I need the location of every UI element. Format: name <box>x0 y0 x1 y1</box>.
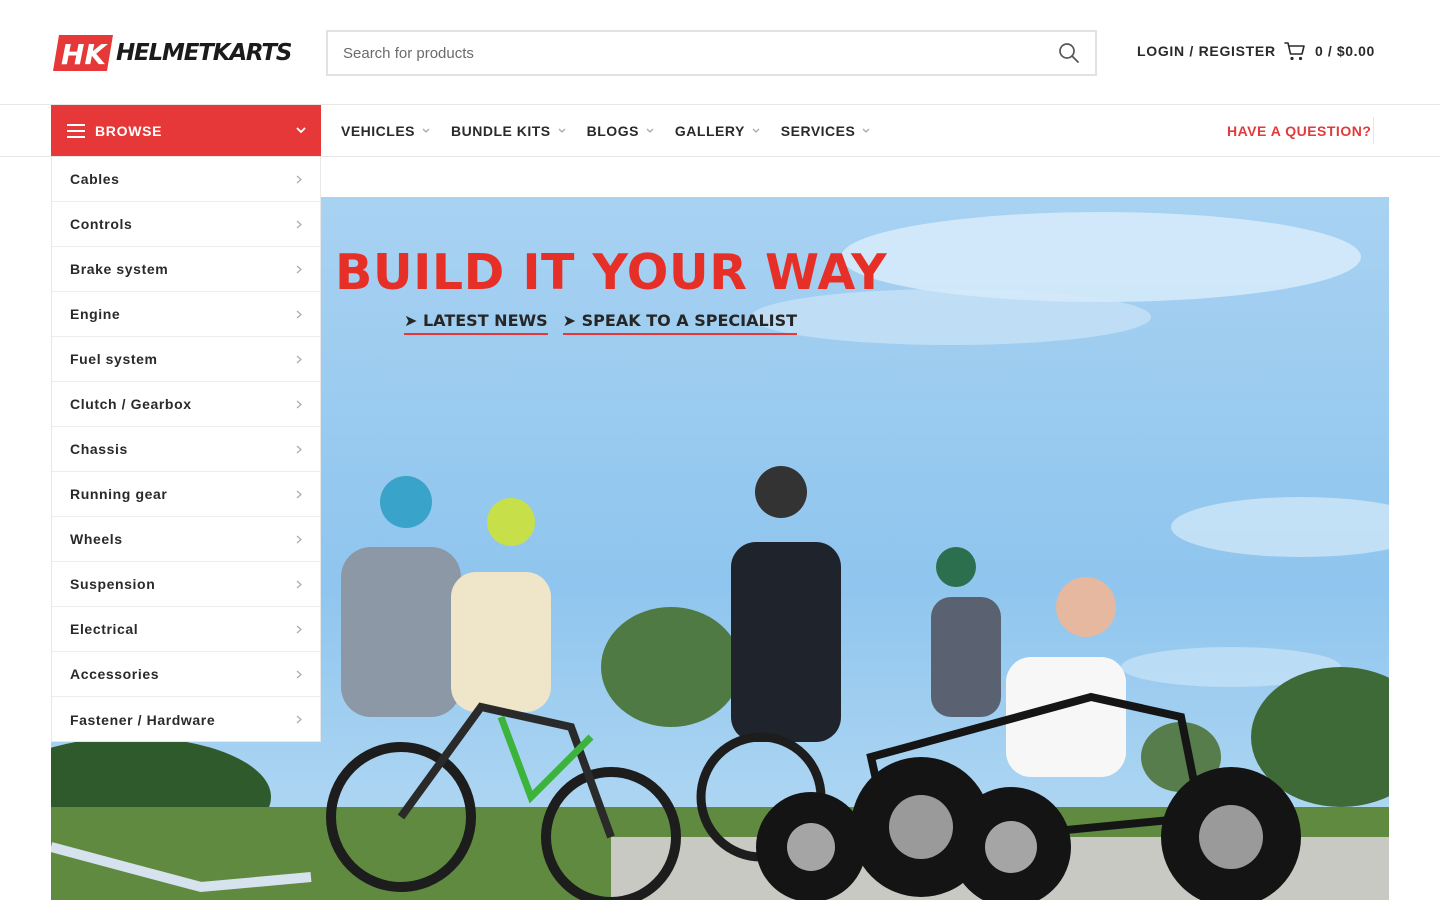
browse-label: BROWSE <box>95 122 163 139</box>
speak-to-specialist-link[interactable]: ➤ SPEAK TO A SPECIALIST <box>562 311 798 335</box>
have-a-question-link[interactable]: HAVE A QUESTION? <box>1227 123 1371 139</box>
category-item-brake-system[interactable]: Brake system <box>52 247 320 292</box>
chevron-right-icon <box>296 670 302 678</box>
nav-item-label: BUNDLE KITS <box>451 122 551 139</box>
browse-categories-button[interactable]: BROWSE <box>51 105 321 156</box>
chevron-down-icon <box>752 128 760 133</box>
category-item-engine[interactable]: Engine <box>52 292 320 337</box>
hero-links: ➤ LATEST NEWS ➤ SPEAK TO A SPECIALIST <box>404 311 812 335</box>
category-item-wheels[interactable]: Wheels <box>52 517 320 562</box>
search-button[interactable] <box>1043 32 1095 74</box>
category-label: Cables <box>70 171 120 187</box>
nav-item-label: VEHICLES <box>341 122 416 139</box>
cart-button[interactable]: 0 / $0.00 <box>1284 40 1375 62</box>
search-icon <box>1059 43 1079 63</box>
logo-text: HELMETKARTS <box>116 40 292 66</box>
hero-link-label: LATEST NEWS <box>422 311 548 330</box>
nav-item-blogs[interactable]: BLOGS <box>587 123 654 139</box>
category-item-suspension[interactable]: Suspension <box>52 562 320 607</box>
chevron-right-icon <box>296 175 302 183</box>
site-logo[interactable]: HK HELMETKARTS <box>53 32 293 74</box>
arrow-right-icon: ➤ <box>562 311 577 330</box>
category-label: Engine <box>70 306 121 322</box>
category-item-cables[interactable]: Cables <box>52 157 320 202</box>
chevron-right-icon <box>296 310 302 318</box>
chevron-down-icon <box>558 128 566 133</box>
latest-news-link[interactable]: ➤ LATEST NEWS <box>404 311 548 335</box>
chevron-right-icon <box>296 490 302 498</box>
search-bar <box>326 30 1097 76</box>
chevron-right-icon <box>296 265 302 273</box>
cart-summary: 0 / $0.00 <box>1315 43 1375 59</box>
category-label: Fastener / Hardware <box>70 711 216 728</box>
category-item-running-gear[interactable]: Running gear <box>52 472 320 517</box>
chevron-right-icon <box>296 535 302 543</box>
category-label: Accessories <box>70 666 160 682</box>
chevron-right-icon <box>296 220 302 228</box>
category-label: Running gear <box>70 486 168 502</box>
category-item-clutch-gearbox[interactable]: Clutch / Gearbox <box>52 382 320 427</box>
arrow-right-icon: ➤ <box>404 311 418 330</box>
nav-menu: VEHICLES BUNDLE KITS BLOGS GALLERY SERVI… <box>341 105 891 156</box>
category-label: Suspension <box>70 576 156 592</box>
nav-item-services[interactable]: SERVICES <box>781 123 871 139</box>
chevron-right-icon <box>296 625 302 633</box>
hero-link-label: SPEAK TO A SPECIALIST <box>581 311 798 330</box>
cart-icon <box>1284 42 1305 61</box>
category-item-chassis[interactable]: Chassis <box>52 427 320 472</box>
chevron-right-icon <box>296 445 302 453</box>
nav-item-label: BLOGS <box>586 122 639 139</box>
category-item-controls[interactable]: Controls <box>52 202 320 247</box>
category-label: Chassis <box>70 441 128 457</box>
chevron-right-icon <box>296 355 302 363</box>
chevron-down-icon <box>296 127 306 134</box>
chevron-down-icon <box>646 128 654 133</box>
chevron-right-icon <box>296 580 302 588</box>
chevron-down-icon <box>422 128 430 133</box>
nav-divider <box>1373 117 1374 144</box>
chevron-down-icon <box>862 128 870 133</box>
nav-item-bundle-kits[interactable]: BUNDLE KITS <box>451 123 566 139</box>
nav-item-vehicles[interactable]: VEHICLES <box>341 123 430 139</box>
category-item-fastener-hardware[interactable]: Fastener / Hardware <box>52 697 320 742</box>
chevron-right-icon <box>296 715 302 724</box>
hero-headline: BUILD IT YOUR WAY <box>335 244 888 301</box>
category-label: Fuel system <box>70 351 158 367</box>
category-item-accessories[interactable]: Accessories <box>52 652 320 697</box>
category-label: Brake system <box>70 261 169 277</box>
search-input[interactable] <box>328 32 1043 74</box>
category-item-fuel-system[interactable]: Fuel system <box>52 337 320 382</box>
category-label: Clutch / Gearbox <box>70 396 192 412</box>
category-label: Wheels <box>70 531 123 547</box>
nav-item-label: SERVICES <box>780 122 856 139</box>
login-register-link[interactable]: LOGIN / REGISTER <box>1137 43 1276 59</box>
category-label: Electrical <box>70 621 139 637</box>
chevron-right-icon <box>296 400 302 408</box>
nav-item-label: GALLERY <box>674 122 745 139</box>
category-label: Controls <box>70 216 133 232</box>
nav-item-gallery[interactable]: GALLERY <box>675 123 760 139</box>
category-menu: Cables Controls Brake system Engine Fuel… <box>51 157 321 742</box>
hamburger-icon <box>67 123 85 138</box>
site-header: HK HELMETKARTS LOGIN / REGISTER 0 / $0.0… <box>0 0 1440 105</box>
logo-mark-text: HK <box>61 38 108 71</box>
logo-mark: HK <box>53 35 113 71</box>
main-navigation: BROWSE VEHICLES BUNDLE KITS BLOGS GALLER… <box>0 105 1440 157</box>
category-item-electrical[interactable]: Electrical <box>52 607 320 652</box>
